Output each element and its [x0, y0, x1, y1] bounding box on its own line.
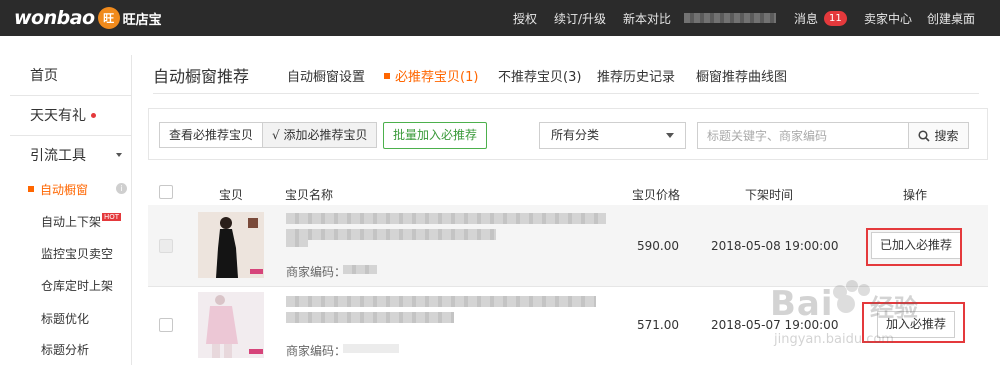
- sidebar-item-auto-window[interactable]: 自动橱窗: [28, 181, 88, 198]
- highlight-box: [866, 228, 962, 266]
- blurred-title: [286, 312, 454, 323]
- sidebar-item-label: 标题优化: [41, 312, 90, 326]
- sidebar-item-label: 首页: [30, 68, 58, 84]
- seller-center-link[interactable]: 卖家中心: [864, 0, 912, 36]
- logo-text: wonbao: [14, 7, 95, 29]
- top-bar: wonbao 旺 旺店宝 授权 续订/升级 新本对比 消息 11 卖家中心 创建…: [0, 0, 1000, 36]
- divider: [148, 286, 988, 287]
- sidebar-item-home[interactable]: 首页: [10, 55, 132, 95]
- sidebar-item-traffic-tools[interactable]: 引流工具: [10, 135, 132, 175]
- sidebar-item-title-analysis[interactable]: 标题分析: [41, 341, 89, 358]
- topnav-renew-label: 续订/升级: [554, 11, 607, 26]
- tab-label: 必推荐宝贝(1): [395, 70, 479, 85]
- view-required-button[interactable]: 查看必推荐宝贝: [160, 123, 263, 147]
- sidebar: 首页 天天有礼 引流工具 自动橱窗 i 自动上下架 HOT 监控宝贝卖空 仓库定时…: [10, 55, 132, 365]
- col-header-name: 宝贝名称: [285, 188, 334, 202]
- topnav-compare[interactable]: 新本对比: [623, 0, 671, 36]
- col-header-item: 宝贝: [219, 188, 244, 202]
- product-thumbnail[interactable]: [198, 292, 264, 358]
- highlight-box: [862, 302, 965, 343]
- search-button-label: 搜索: [934, 129, 959, 143]
- sidebar-item-monitor-empty[interactable]: 监控宝贝卖空: [41, 245, 113, 262]
- search-icon: [918, 129, 931, 142]
- item-price: 590.00: [637, 239, 679, 253]
- topnav-renew[interactable]: 续订/升级: [554, 0, 606, 36]
- row-checkbox: [159, 239, 173, 253]
- blurred-title: [286, 296, 596, 307]
- sidebar-item-label: 标题分析: [41, 343, 90, 357]
- product-thumbnail[interactable]: [198, 212, 264, 278]
- sidebar-item-title-opt[interactable]: 标题优化: [41, 310, 89, 327]
- sidebar-item-label: 引流工具: [30, 148, 86, 164]
- topnav-auth[interactable]: 授权: [513, 0, 537, 36]
- blurred-title: [286, 236, 308, 247]
- logo-cn-text: 旺店宝: [122, 12, 162, 28]
- messages-label: 消息: [794, 11, 819, 26]
- merchant-code-label: 商家编码：: [286, 344, 347, 358]
- toolbar: 查看必推荐宝贝 √ 添加必推荐宝贝 批量加入必推荐 所有分类 搜索: [148, 108, 988, 160]
- user-account[interactable]: [684, 0, 776, 36]
- sidebar-item-label: 天天有礼: [30, 108, 86, 124]
- active-marker-icon: [28, 186, 34, 192]
- tab-curve-chart[interactable]: 橱窗推荐曲线图: [696, 66, 787, 85]
- add-required-button[interactable]: √ 添加必推荐宝贝: [262, 123, 377, 147]
- blurred-title: [286, 229, 496, 240]
- item-off-time: 2018-05-07 19:00:00: [711, 318, 839, 332]
- app-logo[interactable]: wonbao 旺 旺店宝: [14, 6, 162, 30]
- tab-auto-window-settings[interactable]: 自动橱窗设置: [287, 66, 365, 85]
- seller-center-label: 卖家中心: [864, 11, 913, 26]
- blurred-merchant-code: [343, 344, 399, 353]
- blurred-title: [286, 213, 606, 224]
- new-dot-icon: [91, 112, 96, 118]
- item-price: 571.00: [637, 318, 679, 332]
- blurred-merchant-code: [343, 265, 377, 274]
- search-input[interactable]: [697, 122, 909, 149]
- create-desktop-label: 创建桌面: [927, 11, 976, 26]
- sidebar-item-label: 自动上下架: [41, 215, 102, 229]
- page-title: 自动橱窗推荐: [153, 67, 250, 86]
- select-all-checkbox[interactable]: [159, 185, 173, 199]
- divider: [153, 93, 979, 94]
- product-image: [198, 292, 264, 358]
- search-button[interactable]: 搜索: [908, 122, 969, 149]
- merchant-code-label: 商家编码：: [286, 265, 347, 279]
- category-select[interactable]: 所有分类: [539, 122, 686, 149]
- tab-history[interactable]: 推荐历史记录: [597, 66, 675, 85]
- info-icon[interactable]: i: [116, 183, 127, 194]
- chevron-down-icon: [116, 153, 122, 157]
- col-header-off-time: 下架时间: [745, 188, 794, 202]
- row-checkbox[interactable]: [159, 318, 173, 332]
- messages-count-badge: 11: [824, 10, 847, 26]
- logo-badge-icon: 旺: [97, 7, 120, 29]
- category-select-value: 所有分类: [551, 128, 600, 142]
- product-image: [198, 212, 264, 278]
- sidebar-item-daily-gift[interactable]: 天天有礼: [10, 95, 132, 135]
- view-toggle-group: 查看必推荐宝贝 √ 添加必推荐宝贝: [159, 122, 378, 148]
- batch-add-button[interactable]: 批量加入必推荐: [383, 122, 488, 149]
- item-off-time: 2018-05-08 19:00:00: [711, 239, 839, 253]
- topnav-auth-label: 授权: [513, 11, 538, 26]
- sidebar-item-label: 仓库定时上架: [41, 279, 114, 293]
- tab-not-recommended[interactable]: 不推荐宝贝(3): [498, 66, 581, 85]
- sidebar-item-label: 自动橱窗: [40, 183, 89, 197]
- tab-required-items[interactable]: 必推荐宝贝(1): [384, 66, 478, 85]
- topnav-compare-label: 新本对比: [623, 11, 672, 26]
- col-header-price: 宝贝价格: [632, 188, 681, 202]
- caret-down-icon: [666, 133, 674, 138]
- active-tab-marker-icon: [384, 73, 390, 79]
- blurred-username: [684, 13, 776, 23]
- sidebar-item-label: 监控宝贝卖空: [41, 247, 114, 261]
- create-desktop-link[interactable]: 创建桌面: [927, 0, 975, 36]
- hot-badge: HOT: [102, 213, 122, 221]
- sidebar-item-warehouse-timer[interactable]: 仓库定时上架: [41, 277, 113, 294]
- col-header-action: 操作: [903, 188, 928, 202]
- sidebar-item-auto-shelf[interactable]: 自动上下架 HOT: [41, 213, 122, 230]
- messages-link[interactable]: 消息 11: [794, 0, 847, 36]
